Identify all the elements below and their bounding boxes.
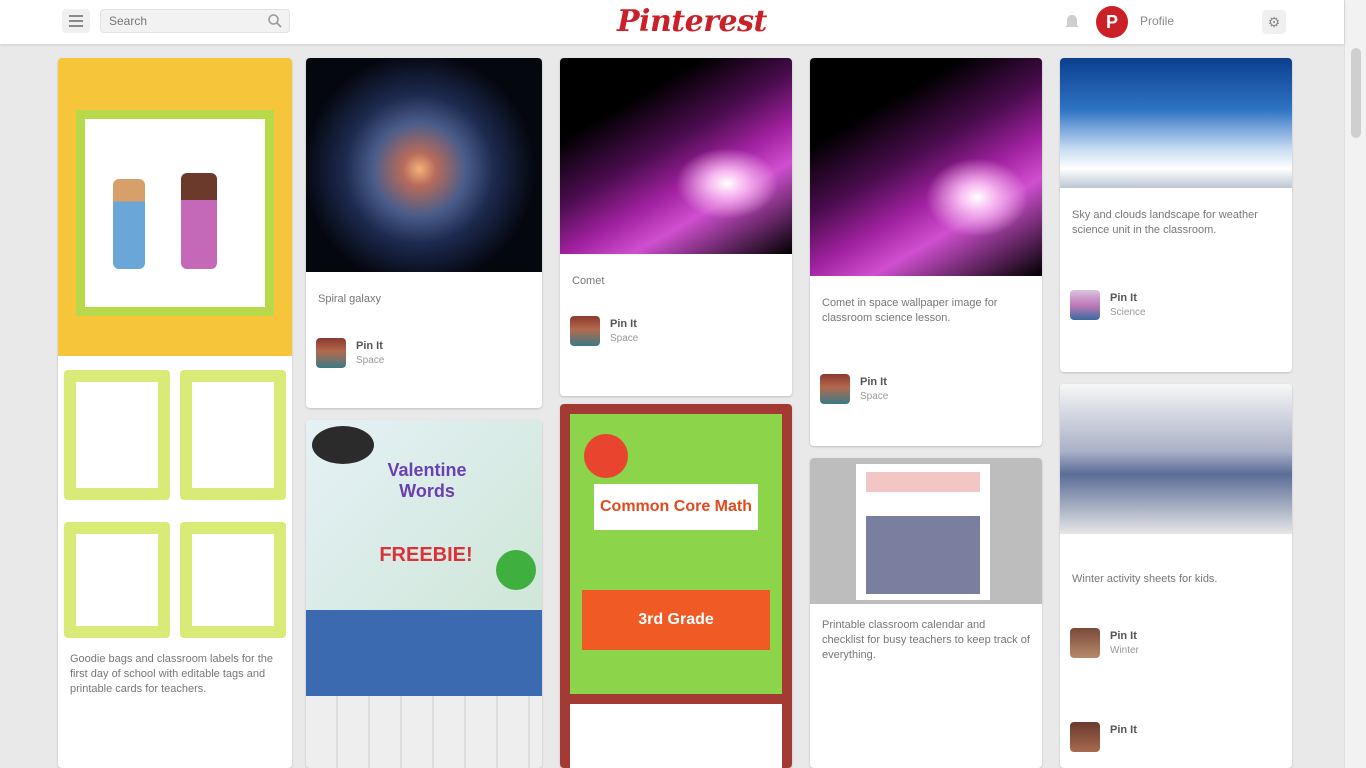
user-name-link[interactable]: Profile — [1140, 14, 1174, 28]
pin-image[interactable] — [560, 58, 792, 254]
pin-image-banner: FREEBIE! — [379, 544, 473, 566]
board-name[interactable]: Space — [860, 391, 888, 402]
pin-card[interactable]: Printable classroom calendar and checkli… — [810, 458, 1042, 768]
pin-image[interactable] — [306, 58, 542, 272]
page-scrollbar[interactable] — [1344, 0, 1366, 768]
top-navigation-bar: Pinterest P Profile ⚙ — [0, 0, 1344, 44]
search-input[interactable] — [101, 10, 267, 32]
pin-image-title: Common Core Math — [594, 484, 758, 530]
pinner-name[interactable]: Pin It — [356, 340, 383, 352]
avatar[interactable] — [1070, 290, 1100, 320]
pin-description: Winter activity sheets for kids. — [1072, 573, 1218, 585]
pin-image-grid — [306, 696, 542, 768]
pin-image[interactable] — [810, 458, 1042, 604]
pin-description: Spiral galaxy — [318, 293, 381, 305]
pin-image-grid — [866, 516, 980, 594]
pin-image-header — [866, 472, 980, 492]
green-dot — [496, 550, 536, 590]
gear-icon[interactable]: ⚙ — [1262, 10, 1286, 34]
pinner-info[interactable]: Pin It Space — [820, 374, 1032, 406]
pin-description: Goodie bags and classroom labels for the… — [70, 653, 274, 695]
pin-description: Sky and clouds landscape for weather sci… — [1072, 209, 1258, 236]
pinner-info[interactable]: Pin It Winter — [1070, 628, 1282, 660]
pin-image[interactable] — [1060, 384, 1292, 534]
pin-image-lower — [58, 356, 292, 638]
pin-image-banner: 3rd Grade — [582, 590, 770, 650]
pinner-info[interactable]: Pin It Space — [570, 316, 782, 348]
pin-card[interactable]: Goodie bags and classroom labels for the… — [58, 58, 292, 768]
pinner-info[interactable]: Pin It Space — [316, 338, 532, 370]
pin-image[interactable] — [58, 58, 292, 356]
pinner-name[interactable]: Pin It — [1110, 630, 1137, 642]
avatar[interactable] — [316, 338, 346, 368]
pin-image[interactable]: Valentine Words FREEBIE! — [306, 420, 542, 610]
pin-description: Comet in space wallpaper image for class… — [822, 297, 998, 324]
kids-illustration — [181, 173, 217, 269]
pin-image-lower — [306, 610, 542, 696]
pin-card[interactable]: Comet in space wallpaper image for class… — [810, 58, 1042, 446]
kids-illustration — [113, 179, 145, 269]
pin-image[interactable]: Common Core Math 3rd Grade — [570, 414, 782, 694]
scrollbar-thumb[interactable] — [1351, 48, 1361, 138]
avatar[interactable] — [1070, 722, 1100, 752]
tag-card — [180, 522, 286, 638]
pin-image-inner — [856, 464, 990, 600]
pinner-name[interactable]: Pin It — [860, 376, 887, 388]
notification-icon[interactable] — [1062, 12, 1082, 32]
pin-image-frame — [76, 110, 274, 316]
search-box[interactable] — [100, 9, 290, 33]
avatar[interactable] — [570, 316, 600, 346]
tag-card — [180, 370, 286, 500]
pinner-info[interactable]: Pin It Science — [1070, 290, 1282, 322]
pin-card[interactable]: Valentine Words FREEBIE! — [306, 420, 542, 768]
pin-image[interactable] — [810, 58, 1042, 276]
red-circle — [584, 434, 628, 478]
avatar[interactable] — [820, 374, 850, 404]
tag-card — [64, 522, 170, 638]
pin-description: Comet — [572, 275, 605, 287]
pin-image-lower — [570, 704, 782, 768]
pinner-name[interactable]: Pin It — [610, 318, 637, 330]
board-name[interactable]: Science — [1110, 307, 1146, 318]
pin-card[interactable]: Sky and clouds landscape for weather sci… — [1060, 58, 1292, 372]
pinterest-logo[interactable]: Pinterest — [617, 3, 767, 41]
pinner-name[interactable]: Pin It — [1110, 724, 1137, 736]
board-name[interactable]: Space — [610, 333, 638, 344]
pin-description: Printable classroom calendar and checkli… — [822, 619, 1030, 661]
pin-card[interactable]: Comet Pin It Space — [560, 58, 792, 396]
chalk-badge — [312, 426, 374, 464]
search-icon[interactable] — [267, 13, 283, 29]
pin-card[interactable]: Winter activity sheets for kids. Pin It … — [1060, 384, 1292, 768]
pin-card[interactable]: Common Core Math 3rd Grade — [560, 404, 792, 768]
board-name[interactable]: Space — [356, 355, 384, 366]
tag-card — [64, 370, 170, 500]
user-avatar[interactable]: P — [1096, 6, 1128, 38]
board-name[interactable]: Winter — [1110, 645, 1139, 656]
pin-image[interactable] — [1060, 58, 1292, 188]
pinner-name[interactable]: Pin It — [1110, 292, 1137, 304]
pin-image-title: Valentine Words — [387, 460, 467, 501]
avatar[interactable] — [1070, 628, 1100, 658]
pin-card[interactable]: Spiral galaxy Pin It Space — [306, 58, 542, 408]
menu-icon[interactable] — [62, 9, 90, 33]
pinner-info[interactable]: Pin It — [1070, 722, 1282, 754]
